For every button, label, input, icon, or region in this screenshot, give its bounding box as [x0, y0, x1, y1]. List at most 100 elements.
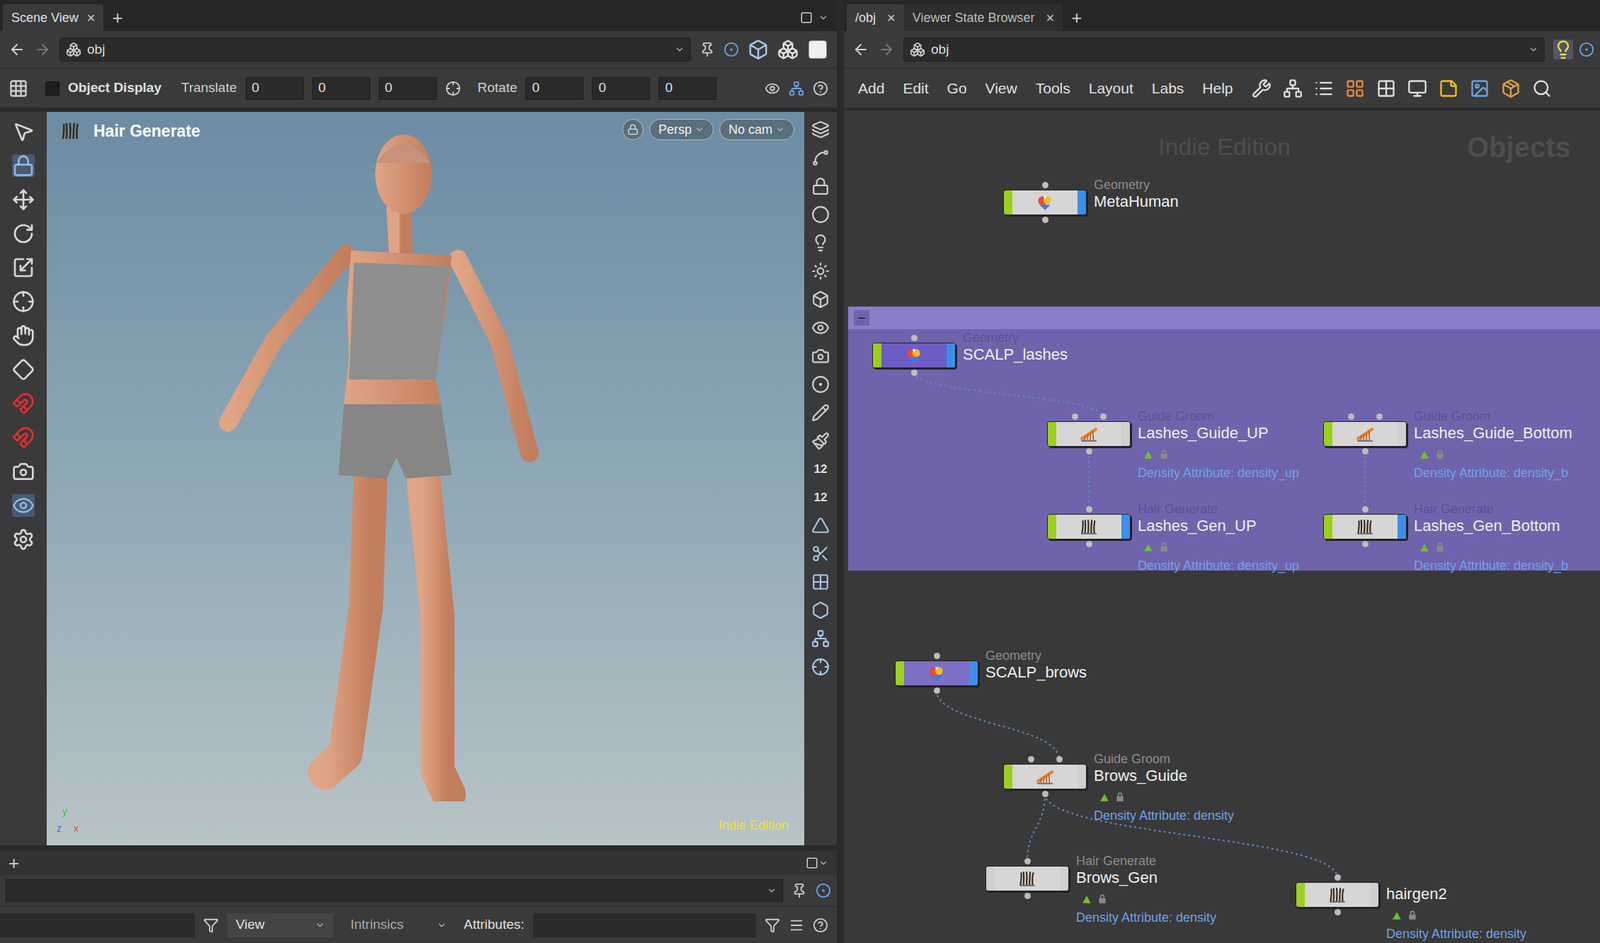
pane-divider[interactable] [836, 0, 844, 943]
color-palette-icon[interactable] [1345, 78, 1365, 99]
tool-icon[interactable] [12, 290, 35, 313]
shelf-icon[interactable] [8, 78, 29, 99]
tool-icon[interactable] [12, 324, 35, 347]
lock-flag-icon[interactable] [1097, 894, 1108, 905]
maximize-icon[interactable] [805, 856, 819, 870]
pin-icon[interactable] [791, 882, 808, 899]
hierarchy-icon[interactable] [788, 80, 805, 97]
display-tool-icon[interactable] [811, 261, 830, 281]
translate-field[interactable]: 0 [312, 77, 371, 100]
background-image-icon[interactable] [1469, 78, 1490, 99]
display-tool-icon[interactable] [811, 318, 830, 337]
viewport[interactable]: Hair GeneratePerspNo camyzxIndie Edition [46, 111, 805, 846]
maximize-icon[interactable] [800, 11, 813, 25]
translate-field[interactable]: 0 [245, 77, 304, 100]
node-name[interactable]: MetaHuman [1093, 192, 1179, 211]
rotate-field[interactable]: 0 [658, 77, 717, 100]
wire[interactable] [1044, 793, 1338, 878]
display-tool-icon[interactable] [811, 290, 830, 309]
add-tab-button[interactable]: + [103, 4, 131, 32]
menu-item[interactable]: Tools [1035, 77, 1071, 100]
output-port[interactable] [933, 687, 941, 694]
asset-icon[interactable] [1500, 78, 1521, 99]
tool-icon[interactable] [12, 494, 35, 517]
input-port[interactable] [1042, 181, 1049, 189]
input-port[interactable] [1100, 413, 1107, 420]
link-icon[interactable] [815, 882, 832, 899]
pin-icon[interactable] [699, 41, 716, 58]
tree-icon[interactable] [1282, 78, 1303, 99]
template-flag-icon[interactable] [1099, 792, 1110, 803]
network-box-icon[interactable] [1407, 78, 1428, 99]
display-tool-icon[interactable] [811, 205, 830, 224]
search-icon[interactable] [1532, 78, 1552, 99]
shaded-icon[interactable] [747, 38, 769, 61]
node[interactable] [872, 342, 956, 369]
pane-tab[interactable]: Viewer State Browser× [904, 4, 1063, 32]
output-port[interactable] [1086, 448, 1093, 455]
point-number-button[interactable]: 12 [814, 488, 828, 507]
input-port[interactable] [933, 652, 941, 660]
display-tool-icon[interactable] [811, 544, 830, 563]
tool-icon[interactable] [12, 426, 35, 449]
display-tool-icon[interactable] [811, 233, 830, 253]
display-tool-icon[interactable] [811, 431, 830, 451]
display-tool-icon[interactable] [811, 516, 830, 535]
link-icon[interactable] [723, 41, 740, 58]
template-flag-icon[interactable] [1143, 449, 1154, 460]
object-display-checkbox[interactable] [45, 81, 60, 96]
display-icon[interactable] [777, 38, 799, 61]
node-name[interactable]: SCALP_brows [985, 663, 1087, 682]
tool-icon[interactable] [12, 358, 35, 381]
intrinsics-dropdown[interactable]: Intrinsics [341, 913, 456, 938]
collapse-box-button[interactable]: − [853, 310, 870, 326]
template-flag-icon[interactable] [1143, 542, 1154, 553]
help-icon[interactable] [812, 917, 829, 934]
node[interactable] [985, 865, 1070, 892]
wrench-icon[interactable] [1251, 78, 1272, 99]
lock-flag-icon[interactable] [1435, 449, 1445, 460]
node-name[interactable]: Brows_Gen [1076, 868, 1158, 887]
wire[interactable] [1027, 793, 1045, 862]
pane-tab[interactable]: Scene View× [2, 4, 104, 32]
display-tool-icon[interactable] [811, 176, 830, 196]
input-port[interactable] [1024, 858, 1031, 865]
display-tool-icon[interactable] [811, 375, 830, 394]
view-dropdown[interactable]: View [227, 913, 334, 938]
menu-item[interactable]: Edit [902, 77, 929, 100]
node-field[interactable] [0, 913, 195, 938]
input-port[interactable] [1334, 874, 1341, 881]
path-field[interactable]: obj [59, 37, 691, 62]
add-tab-button[interactable]: + [1062, 4, 1091, 32]
display-tool-icon[interactable] [811, 403, 830, 422]
input-port[interactable] [1056, 756, 1063, 763]
rotate-field[interactable]: 0 [525, 77, 584, 100]
lock-flag-icon[interactable] [1158, 542, 1169, 553]
tool-icon[interactable] [12, 222, 35, 245]
rotate-field[interactable]: 0 [591, 77, 650, 100]
display-tool-icon[interactable] [811, 572, 830, 592]
back-icon[interactable] [8, 41, 26, 59]
output-port[interactable] [1334, 909, 1341, 916]
tool-icon[interactable] [12, 256, 35, 279]
filter-icon[interactable] [764, 917, 781, 934]
node-name[interactable]: Lashes_Gen_UP [1137, 516, 1257, 535]
filter-icon[interactable] [203, 917, 219, 934]
node[interactable] [1323, 421, 1407, 447]
menu-icon[interactable] [788, 917, 805, 934]
tool-icon[interactable] [12, 392, 35, 415]
output-port[interactable] [1042, 790, 1049, 798]
shape-palette-icon[interactable] [1376, 78, 1397, 99]
node[interactable] [1047, 421, 1131, 447]
menu-item[interactable]: Help [1202, 77, 1233, 100]
display-tool-icon[interactable] [811, 657, 830, 677]
node-name[interactable]: Lashes_Gen_Bottom [1413, 516, 1561, 535]
forward-icon[interactable] [877, 41, 895, 59]
close-tab-button[interactable]: × [1045, 7, 1055, 29]
forward-icon[interactable] [33, 41, 51, 59]
menu-item[interactable]: Add [858, 77, 885, 100]
display-tool-icon[interactable] [811, 601, 830, 620]
tool-icon[interactable] [12, 460, 35, 483]
input-port[interactable] [911, 334, 918, 342]
template-flag-icon[interactable] [1419, 542, 1430, 553]
